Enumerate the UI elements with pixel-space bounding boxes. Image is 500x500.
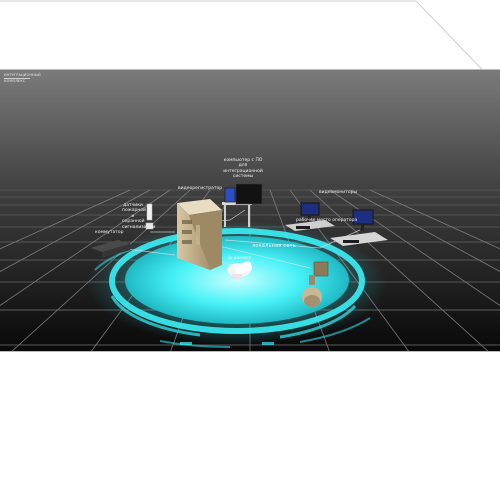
server-cabinet-icon [177,199,222,270]
label-workplace: рабочее место оператора [296,218,358,223]
label-sensors: датчики пожарной и охранной сигнализации [122,203,156,230]
label-computer-po: компьютер с ПО для интеграционной систем… [223,158,263,180]
label-ip-camera: ip-камера [228,256,251,261]
logo-text-bottom: КОМПЛЕКС [4,79,26,83]
label-videoregistrator: видеорегистратор [178,186,223,191]
company-logo: ИНТЕГРАЦИОННЫЙ КОМПЛЕКС [4,73,41,89]
system-diagram-scene: ИНТЕГРАЦИОННЫЙ КОМПЛЕКС видеорегистратор… [0,69,500,352]
scene-canvas [0,70,500,351]
label-network: локальная сеть [252,243,296,249]
label-videomonitors: видеомониторы [319,190,358,195]
label-switch: коммутатор [95,230,124,235]
